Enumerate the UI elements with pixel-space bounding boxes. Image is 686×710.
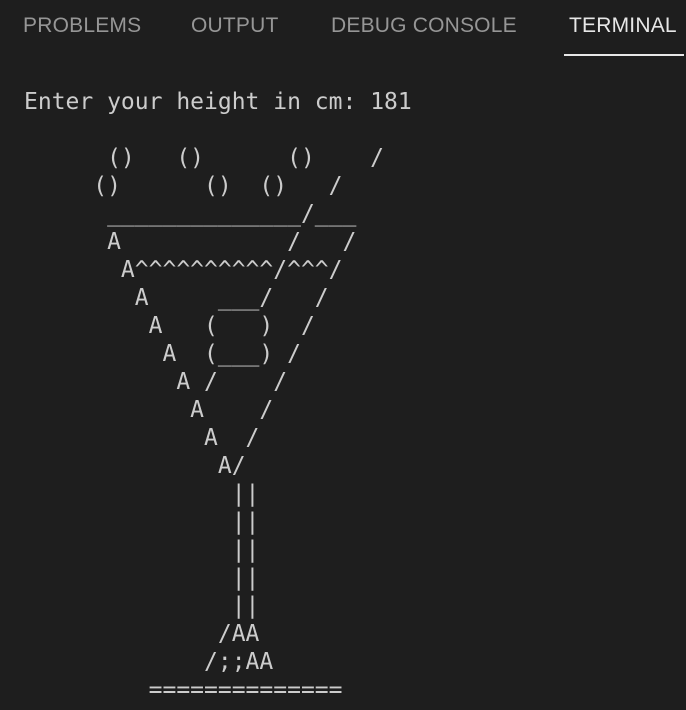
tab-debug-console[interactable]: DEBUG CONSOLE <box>331 14 517 38</box>
terminal-output[interactable]: Enter your height in cm: 181 () () () / … <box>24 88 674 710</box>
active-tab-indicator <box>564 54 684 56</box>
tab-output[interactable]: OUTPUT <box>191 14 279 38</box>
tab-problems[interactable]: PROBLEMS <box>23 14 141 38</box>
tab-terminal[interactable]: TERMINAL <box>569 14 677 38</box>
panel-tab-bar: PROBLEMS OUTPUT DEBUG CONSOLE TERMINAL <box>0 0 686 60</box>
bottom-panel: PROBLEMS OUTPUT DEBUG CONSOLE TERMINAL E… <box>0 0 686 710</box>
prompt-text: Enter your height in cm: <box>24 89 371 115</box>
terminal-prompt-line: Enter your height in cm: 181 <box>24 88 412 116</box>
prompt-input-value: 181 <box>370 89 412 115</box>
ascii-martini-glass-art: () () () / () () () / ______________/___… <box>93 145 385 703</box>
